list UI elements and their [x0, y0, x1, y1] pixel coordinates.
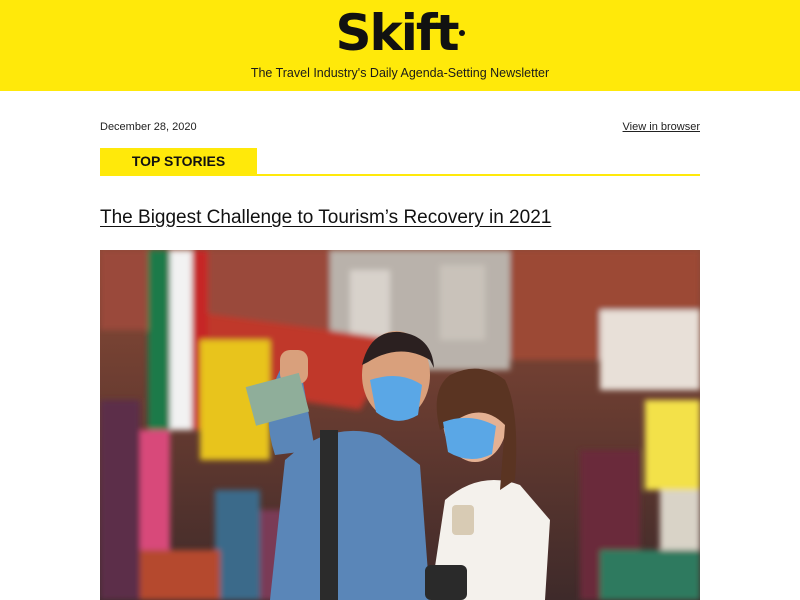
section-label-top-stories: TOP STORIES: [100, 148, 257, 175]
newsletter-header: Skift The Travel Industry's Daily Agenda…: [0, 0, 800, 91]
issue-date: December 28, 2020: [100, 121, 197, 133]
logo-text: Skift: [335, 4, 459, 62]
newsletter-tagline: The Travel Industry's Daily Agenda-Setti…: [250, 66, 550, 80]
market-photo-illustration: [100, 250, 700, 600]
story-headline-link[interactable]: The Biggest Challenge to Tourism’s Recov…: [100, 207, 700, 229]
story-hero-image[interactable]: [100, 250, 700, 600]
view-in-browser-link[interactable]: View in browser: [623, 121, 700, 133]
skift-logo[interactable]: Skift: [0, 2, 800, 64]
logo-dot-icon: [458, 30, 465, 36]
